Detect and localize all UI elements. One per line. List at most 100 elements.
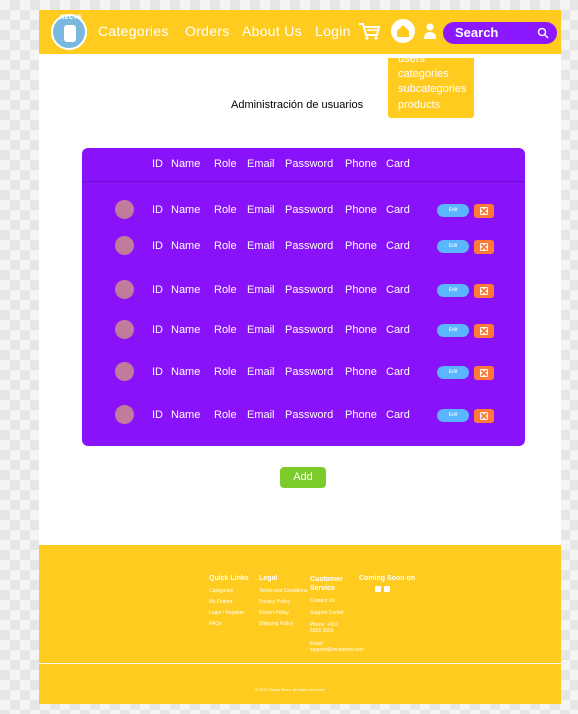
cell-password: Password [285, 284, 334, 296]
home-icon[interactable] [391, 19, 415, 43]
avatar [115, 280, 134, 299]
cell-phone: Phone [345, 409, 377, 421]
cell-card: Card [386, 284, 410, 296]
close-icon [480, 369, 488, 377]
footer-link-terms[interactable]: Terms and Conditions [259, 588, 307, 594]
copyright: © 2024 Recito Recs. All rights reserved. [255, 687, 326, 692]
cell-email: Email [247, 204, 275, 216]
delete-button[interactable] [474, 324, 494, 338]
edit-button[interactable]: Edit [437, 204, 469, 217]
footer-link-shipping[interactable]: Shipping Policy [259, 621, 293, 627]
delete-button[interactable] [474, 409, 494, 423]
table-row: ID Name Role Email Password Phone Card Edit [82, 234, 525, 258]
column-header-phone: Phone [345, 158, 377, 170]
delete-button[interactable] [474, 284, 494, 298]
nav-link-orders[interactable]: Orders [185, 23, 230, 39]
cell-password: Password [285, 240, 334, 252]
edit-button[interactable]: Edit [437, 240, 469, 253]
cell-role: Role [214, 409, 237, 421]
footer-link-login[interactable]: Login / Register [209, 610, 244, 616]
menu-item-subcategories[interactable]: subcategories [398, 83, 467, 95]
table-row: ID Name Role Email Password Phone Card Edit [82, 403, 525, 427]
footer: Quick Links Categories My Orders Login /… [39, 545, 561, 704]
edit-button[interactable]: Edit [437, 366, 469, 379]
cell-id: ID [152, 284, 163, 296]
footer-link-support[interactable]: Support Center [310, 610, 344, 616]
cell-role: Role [214, 240, 237, 252]
cell-password: Password [285, 204, 334, 216]
cell-id: ID [152, 204, 163, 216]
footer-email: Email: support@recitasrev.com [310, 641, 364, 653]
page-title: Administración de usuarios [231, 99, 364, 111]
footer-coming-soon-title: Coming Soon on [359, 575, 415, 582]
cell-email: Email [247, 409, 275, 421]
cell-id: ID [152, 324, 163, 336]
footer-link-faqs[interactable]: FAQs [209, 621, 222, 627]
column-header-name: Name [171, 158, 201, 170]
footer-link-privacy[interactable]: Privacy Policy [259, 599, 290, 605]
nav-link-about-us[interactable]: About Us [242, 23, 302, 39]
cell-role: Role [214, 324, 237, 336]
user-icon[interactable] [423, 22, 437, 40]
footer-link-contact[interactable]: Contact Us [310, 598, 335, 604]
close-icon [480, 243, 488, 251]
edit-button[interactable]: Edit [437, 409, 469, 422]
cell-card: Card [386, 240, 410, 252]
edit-button[interactable]: Edit [437, 324, 469, 337]
add-user-button[interactable]: Add [280, 467, 326, 488]
cart-icon[interactable] [358, 22, 380, 40]
footer-legal-title: Legal [259, 575, 278, 582]
top-navbar: RECYS Categories Orders About Us Login S… [39, 10, 561, 54]
column-header-role: Role [214, 158, 237, 170]
table-row: ID Name Role Email Password Phone Card Edit [82, 198, 525, 222]
column-header-card: Card [386, 158, 410, 170]
footer-customer-service-title: Customer Service [310, 576, 343, 592]
cell-name: Name [171, 240, 201, 252]
close-icon [480, 412, 488, 420]
footer-link-categories[interactable]: Categories [209, 588, 233, 594]
menu-item-categories[interactable]: categories [398, 68, 449, 80]
cell-role: Role [214, 366, 237, 378]
logo-text: RECYS [60, 14, 82, 21]
column-header-id: ID [152, 158, 163, 170]
avatar [115, 320, 134, 339]
nav-link-categories[interactable]: Categories [98, 23, 169, 39]
bottle-icon [64, 25, 76, 42]
table-row: ID Name Role Email Password Phone Card Edit [82, 318, 525, 342]
cell-name: Name [171, 366, 201, 378]
column-header-email: Email [247, 158, 275, 170]
table-header: ID Name Role Email Password Phone Card [82, 148, 525, 182]
cell-card: Card [386, 409, 410, 421]
cell-id: ID [152, 409, 163, 421]
logo[interactable]: RECYS [51, 14, 87, 50]
cell-card: Card [386, 366, 410, 378]
cell-email: Email [247, 324, 275, 336]
search-bar[interactable]: Search [443, 22, 557, 44]
cell-name: Name [171, 284, 201, 296]
search-icon[interactable] [537, 27, 549, 39]
edit-button[interactable]: Edit [437, 284, 469, 297]
menu-item-users[interactable]: users [398, 53, 425, 65]
users-table: ID Name Role Email Password Phone Card I… [82, 148, 525, 446]
cell-phone: Phone [345, 284, 377, 296]
nav-link-login[interactable]: Login [315, 23, 351, 39]
footer-link-returns[interactable]: Return Policy [259, 610, 289, 616]
cell-phone: Phone [345, 240, 377, 252]
table-row: ID Name Role Email Password Phone Card Edit [82, 360, 525, 384]
delete-button[interactable] [474, 204, 494, 218]
menu-item-products[interactable]: products [398, 99, 440, 111]
avatar [115, 200, 134, 219]
avatar [115, 362, 134, 381]
cell-email: Email [247, 284, 275, 296]
cell-id: ID [152, 366, 163, 378]
cell-phone: Phone [345, 324, 377, 336]
delete-button[interactable] [474, 240, 494, 254]
footer-link-my-orders[interactable]: My Orders [209, 599, 232, 605]
footer-phone: Phone: +502 5555 5555 [310, 622, 339, 634]
cell-email: Email [247, 366, 275, 378]
cell-role: Role [214, 284, 237, 296]
column-header-password: Password [285, 158, 334, 170]
close-icon [480, 327, 488, 335]
delete-button[interactable] [474, 366, 494, 380]
cell-name: Name [171, 204, 201, 216]
